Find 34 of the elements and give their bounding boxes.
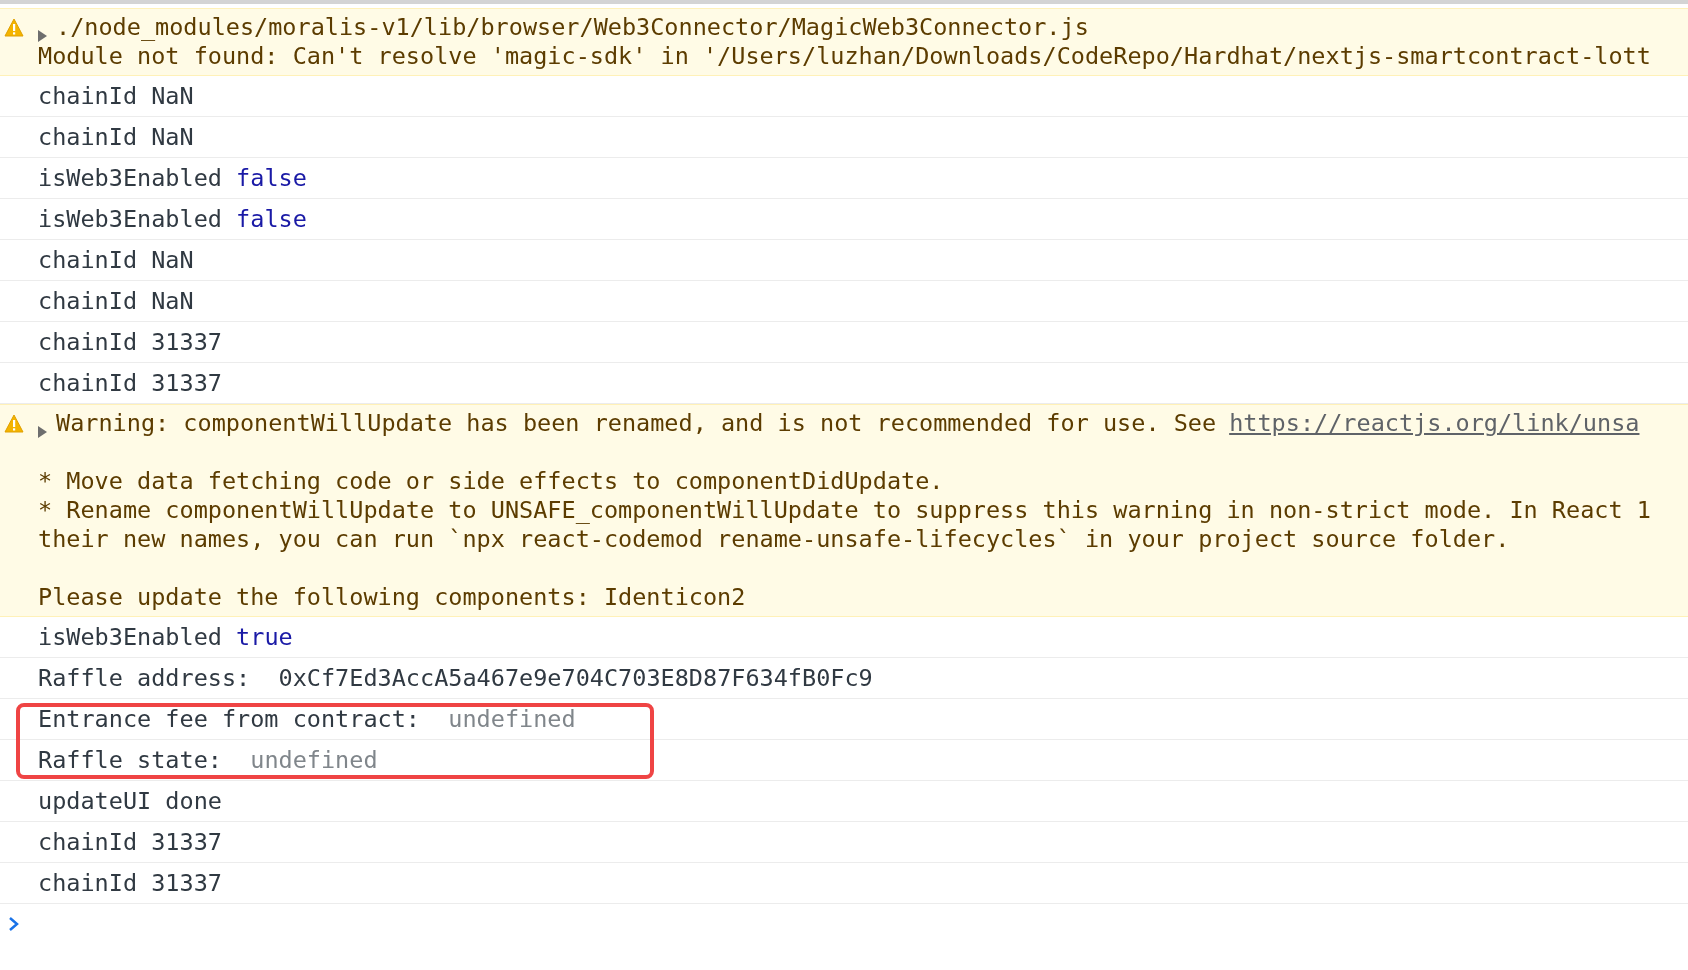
boolean-value: false [236, 205, 307, 233]
warning-text: * Rename componentWillUpdate to UNSAFE_componentWillUpdate to suppress this warning in non-strict mode. In React 1 [38, 496, 1652, 525]
log-text: isWeb3Enabled [38, 205, 222, 233]
log-text: Raffle state: [38, 746, 223, 774]
log-text: Warning: componentWillUpdate has been renamed, and is not recommended for use. See [56, 409, 1217, 438]
warning-icon [4, 414, 24, 434]
log-text: isWeb3Enabled [38, 623, 222, 651]
log-text: chainId NaN [38, 123, 194, 151]
boolean-value: false [236, 164, 307, 192]
expand-triangle-icon[interactable] [36, 29, 48, 43]
warning-text: Please update the following components: Identicon2 [38, 583, 747, 612]
link[interactable]: https://reactjs.org/link/unsa [1229, 409, 1640, 438]
prompt-chevron-icon [8, 916, 20, 932]
log-text: isWeb3Enabled [38, 164, 222, 192]
log-text: chainId NaN [38, 246, 194, 274]
log-text: chainId NaN [38, 287, 194, 315]
log-text: updateUI done [38, 787, 222, 815]
boolean-value: true [236, 623, 293, 651]
warning-icon [4, 18, 24, 38]
warning-text: Module not found: Can't resolve 'magic-sdk' in '/Users/luzhan/Downloads/CodeRepo/Hardhat/nextjs-smartcontract-lott [38, 42, 1652, 71]
log-text: chainId 31337 [38, 328, 222, 356]
undefined-value: undefined [448, 705, 576, 733]
warning-text: * Move data fetching code or side effects to componentDidUpdate. [38, 467, 945, 496]
warning-text: their new names, you can run `npx react-codemod rename-unsafe-lifecycles` in your project source folder. [38, 525, 1511, 554]
log-text: chainId 31337 [38, 369, 222, 397]
log-text: 0xCf7Ed3AccA5a467e9e704C703E8D87F634fB0Fc9 [278, 664, 873, 692]
log-text: ./node_modules/moralis-v1/lib/browser/Web3Connector/MagicWeb3Connector.js [56, 13, 1089, 42]
log-text: Entrance fee from contract: [38, 705, 421, 733]
log-text: chainId 31337 [38, 828, 222, 856]
expand-triangle-icon[interactable] [36, 425, 48, 439]
undefined-value: undefined [250, 746, 378, 774]
log-text: chainId 31337 [38, 869, 222, 897]
log-text: chainId NaN [38, 82, 194, 110]
log-text: Raffle address: [38, 664, 252, 692]
